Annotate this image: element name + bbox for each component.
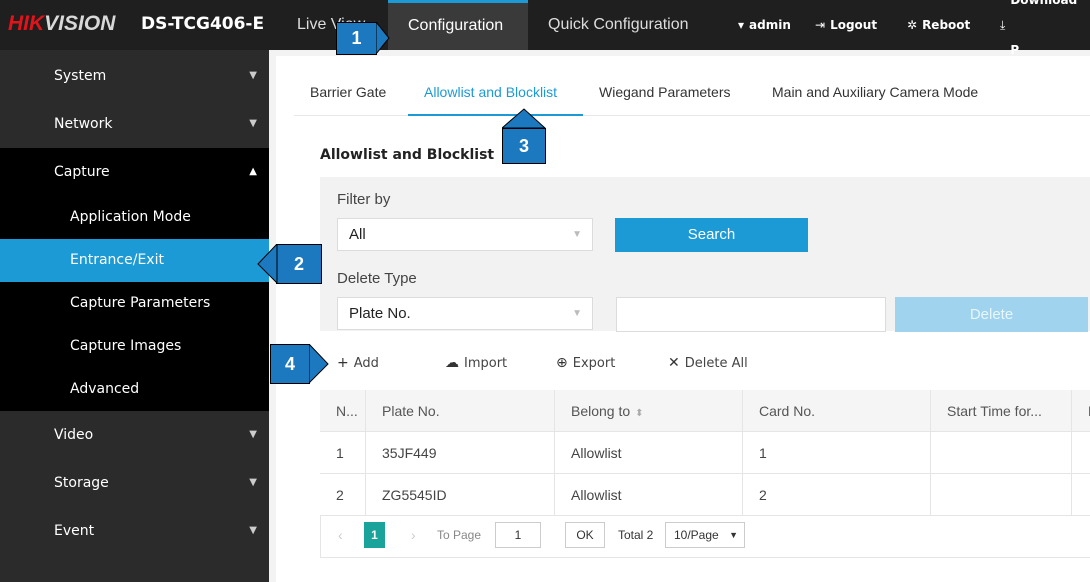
sidebar-item-capture[interactable]: Capture ▲ [0, 148, 269, 196]
plus-icon: + [337, 355, 349, 371]
cell-end-time [1072, 432, 1090, 474]
download-circle-icon: ⊕ [556, 355, 568, 371]
col-end-time[interactable]: E [1072, 390, 1090, 432]
pagination: ‹ 1 › To Page 1 OK Total 2 10/Page ▼ [320, 516, 1090, 558]
page-size-select[interactable]: 10/Page ▼ [665, 522, 745, 548]
delete-type-label: Delete Type [337, 270, 417, 287]
content-panel: Barrier Gate Allowlist and Blocklist Wie… [276, 56, 1090, 582]
tab-main-auxiliary-camera-mode[interactable]: Main and Auxiliary Camera Mode [772, 84, 978, 100]
list-toolbar: + Add ☁ Import ⊕ Export ✕ Delete All [320, 355, 1020, 375]
go-to-page-button[interactable]: OK [565, 522, 605, 548]
add-button[interactable]: + Add [337, 355, 379, 371]
chevron-down-icon: ▼ [249, 118, 257, 129]
chevron-down-icon: ▼ [249, 429, 257, 440]
cell-belong-to: Allowlist [555, 432, 743, 474]
import-button[interactable]: ☁ Import [445, 355, 507, 371]
tab-bar: Barrier Gate Allowlist and Blocklist Wie… [294, 72, 1090, 116]
sort-icon[interactable]: ⬍ [635, 408, 643, 419]
filter-by-label: Filter by [337, 191, 391, 208]
reboot-icon: ✲ [907, 18, 918, 32]
cell-plate-no: 35JF449 [366, 432, 555, 474]
nav-configuration[interactable]: Configuration [388, 0, 528, 50]
sidebar-item-event[interactable]: Event ▼ [0, 507, 269, 555]
sidebar-sub-advanced[interactable]: Advanced [0, 368, 269, 411]
callout-2: 2 [276, 244, 322, 284]
cell-number: 2 [320, 474, 366, 516]
cloud-upload-icon: ☁ [445, 355, 459, 371]
filter-by-select[interactable]: All ▼ [337, 218, 593, 251]
chevron-down-icon: ▼ [249, 70, 257, 81]
sidebar: System ▼ Network ▼ Capture ▲ Application… [0, 50, 269, 582]
tab-barrier-gate[interactable]: Barrier Gate [310, 84, 386, 100]
delete-button[interactable]: Delete [895, 297, 1088, 332]
callout-4: 4 [270, 344, 310, 384]
table-row[interactable]: 2 ZG5545ID Allowlist 2 [320, 474, 1090, 516]
sidebar-item-system[interactable]: System ▼ [0, 52, 269, 100]
callout-3-pointer [502, 108, 546, 129]
cell-start-time [931, 432, 1072, 474]
export-button[interactable]: ⊕ Export [556, 355, 615, 371]
callout-1: 1 [336, 22, 377, 55]
cell-belong-to: Allowlist [555, 474, 743, 516]
cell-plate-no: ZG5545ID [366, 474, 555, 516]
sidebar-item-network[interactable]: Network ▼ [0, 100, 269, 148]
prev-page-icon[interactable]: ‹ [338, 522, 343, 548]
caret-down-icon: ▼ [572, 308, 582, 319]
table-row[interactable]: 1 35JF449 Allowlist 1 [320, 432, 1090, 474]
next-page-icon[interactable]: › [411, 522, 416, 548]
sidebar-item-video[interactable]: Video ▼ [0, 411, 269, 459]
caret-down-icon: ▼ [572, 229, 582, 240]
hikvision-logo: HIKVISION [8, 12, 116, 35]
user-menu[interactable]: ▾ admin [738, 0, 791, 50]
download-button[interactable]: ⤓ Download P [1000, 0, 1090, 57]
sidebar-item-storage[interactable]: Storage ▼ [0, 459, 269, 507]
page-number-current[interactable]: 1 [364, 522, 385, 548]
col-plate-no[interactable]: Plate No. [366, 390, 555, 432]
col-start-time[interactable]: Start Time for... [931, 390, 1072, 432]
chevron-down-icon: ▼ [249, 525, 257, 536]
logout-icon: ⇥ [815, 18, 826, 32]
callout-2-pointer [257, 244, 278, 284]
cell-card-no: 2 [743, 474, 931, 516]
logout-button[interactable]: ⇥ Logout [815, 0, 877, 50]
cell-start-time [931, 474, 1072, 516]
search-button[interactable]: Search [615, 218, 808, 252]
sidebar-sub-application-mode[interactable]: Application Mode [0, 196, 269, 239]
active-tab-indicator [408, 114, 583, 116]
nav-quick-configuration[interactable]: Quick Configuration [548, 0, 689, 50]
chevron-up-icon: ▲ [249, 166, 257, 177]
chevron-down-icon: ▼ [729, 530, 738, 540]
table-header: N... Plate No. Belong to ⬍ Card No. Start… [320, 390, 1090, 432]
callout-1-pointer [376, 22, 390, 55]
sidebar-sub-capture-images[interactable]: Capture Images [0, 325, 269, 368]
cell-end-time [1072, 474, 1090, 516]
col-belong-to[interactable]: Belong to ⬍ [555, 390, 743, 432]
total-count: Total 2 [618, 528, 654, 542]
tab-allowlist-blocklist[interactable]: Allowlist and Blocklist [424, 84, 557, 100]
delete-all-button[interactable]: ✕ Delete All [668, 355, 748, 371]
sidebar-sub-capture-parameters[interactable]: Capture Parameters [0, 282, 269, 325]
reboot-button[interactable]: ✲ Reboot [907, 0, 970, 50]
section-title: Allowlist and Blocklist [320, 147, 495, 163]
filter-panel: Filter by All ▼ Search Delete Type Plate… [320, 177, 1090, 332]
sidebar-sub-entrance-exit[interactable]: Entrance/Exit [0, 239, 269, 282]
top-bar: HIKVISION DS-TCG406-E Live View Configur… [0, 0, 1090, 57]
callout-3: 3 [502, 128, 546, 164]
delete-value-input[interactable] [616, 297, 886, 332]
close-icon: ✕ [668, 355, 680, 371]
chevron-down-icon: ▼ [249, 477, 257, 488]
user-icon: ▾ [738, 18, 745, 32]
delete-type-select[interactable]: Plate No. ▼ [337, 297, 593, 330]
to-page-input[interactable]: 1 [495, 522, 541, 548]
device-model: DS-TCG406-E [141, 14, 265, 34]
callout-4-pointer [309, 344, 329, 384]
to-page-label: To Page [437, 528, 482, 542]
col-card-no[interactable]: Card No. [743, 390, 931, 432]
cell-number: 1 [320, 432, 366, 474]
col-number[interactable]: N... [320, 390, 366, 432]
tab-wiegand-parameters[interactable]: Wiegand Parameters [599, 84, 731, 100]
download-icon: ⤓ [1000, 18, 1006, 32]
cell-card-no: 1 [743, 432, 931, 474]
